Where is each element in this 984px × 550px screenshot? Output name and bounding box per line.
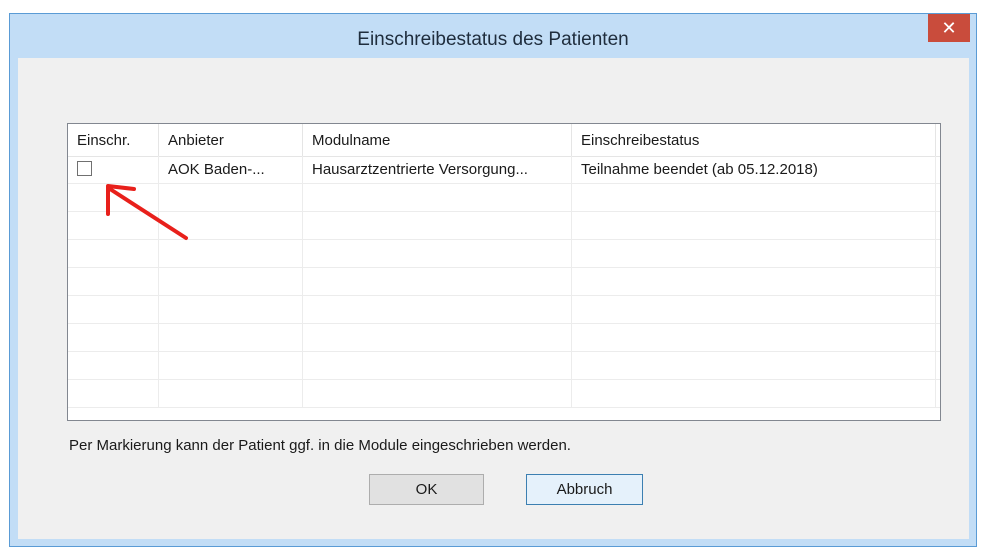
cancel-button[interactable]: Abbruch	[526, 474, 643, 505]
column-header-einschreibestatus[interactable]: Einschreibestatus	[572, 124, 936, 156]
dialog-content: Einschr. Anbieter Modulname Einschreibes…	[18, 58, 969, 539]
table-body: AOK Baden-... Hausarztzentrierte Versorg…	[68, 156, 940, 420]
table-row-empty	[68, 380, 940, 408]
enrollment-table: Einschr. Anbieter Modulname Einschreibes…	[67, 123, 941, 421]
table-row[interactable]: AOK Baden-... Hausarztzentrierte Versorg…	[68, 156, 940, 184]
table-row-empty	[68, 240, 940, 268]
ok-button[interactable]: OK	[369, 474, 484, 505]
close-button[interactable]: ✕	[928, 14, 970, 42]
status-cell: Teilnahme beendet (ab 05.12.2018)	[572, 156, 936, 183]
table-row-empty	[68, 296, 940, 324]
hint-text: Per Markierung kann der Patient ggf. in …	[69, 437, 571, 454]
enroll-checkbox[interactable]	[77, 161, 92, 177]
table-row-empty	[68, 324, 940, 352]
dialog-window: Einschreibestatus des Patienten ✕ Einsch…	[9, 13, 977, 547]
title-bar: Einschreibestatus des Patienten ✕	[10, 14, 976, 58]
column-header-einschr[interactable]: Einschr.	[68, 124, 159, 156]
close-icon: ✕	[941, 18, 957, 38]
table-row-empty	[68, 212, 940, 240]
module-cell: Hausarztzentrierte Versorgung...	[303, 156, 572, 183]
column-header-modulname[interactable]: Modulname	[303, 124, 572, 156]
window-title: Einschreibestatus des Patienten	[357, 29, 629, 50]
table-row-empty	[68, 184, 940, 212]
table-row-empty	[68, 268, 940, 296]
table-header: Einschr. Anbieter Modulname Einschreibes…	[68, 124, 940, 157]
column-header-anbieter[interactable]: Anbieter	[159, 124, 303, 156]
table-row-empty	[68, 352, 940, 380]
annotation-arrow-icon	[106, 184, 188, 240]
